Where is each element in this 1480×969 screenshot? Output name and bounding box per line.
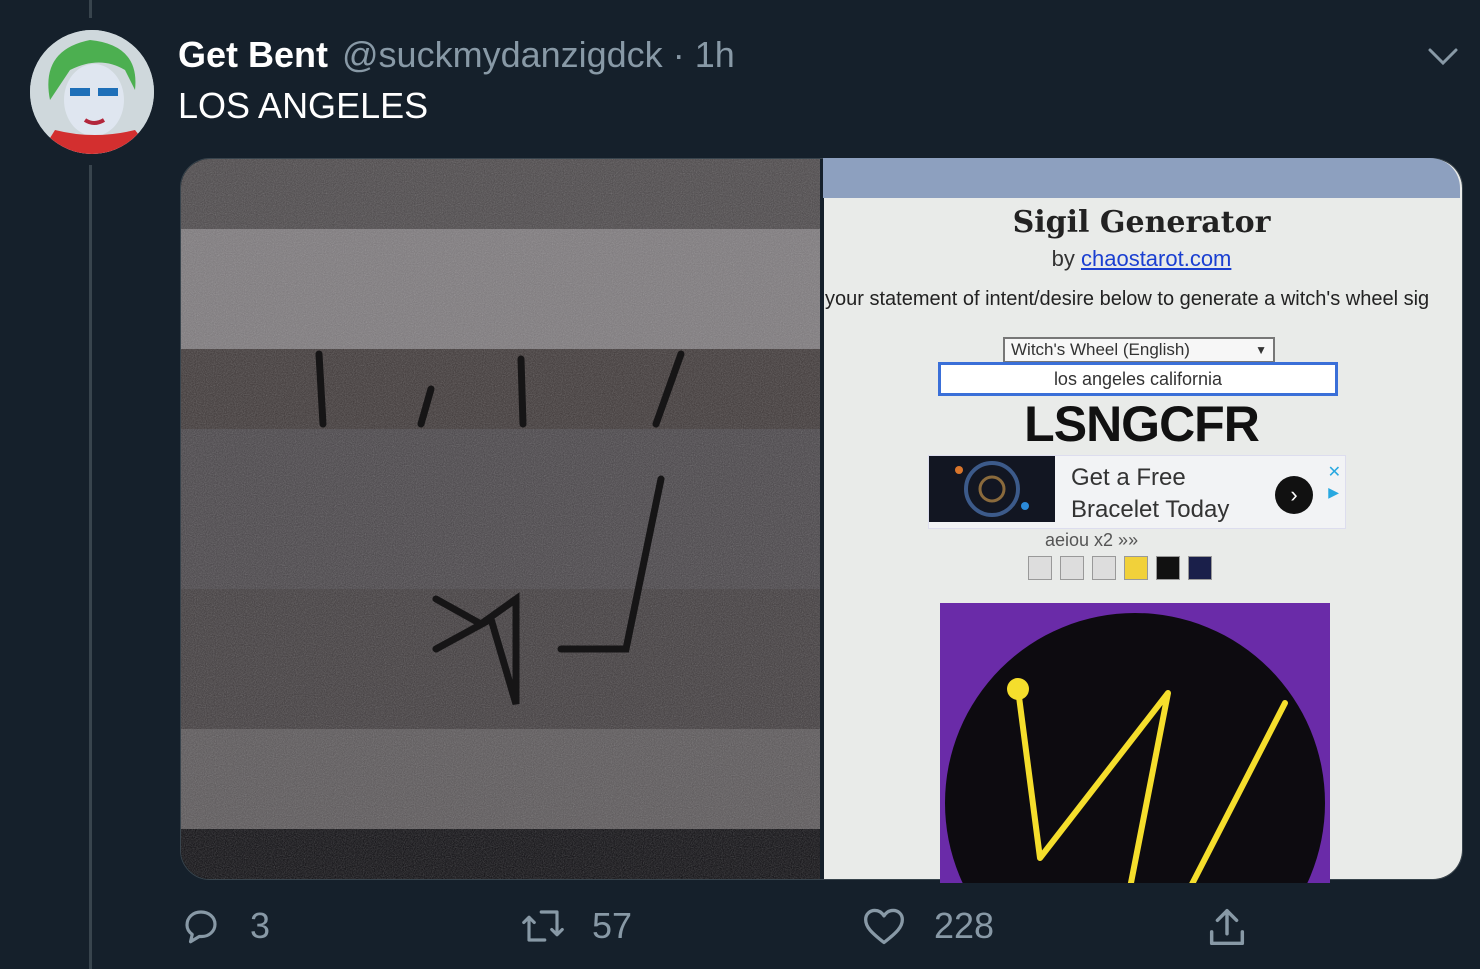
navy-color-option[interactable] — [1188, 556, 1212, 580]
ad-line-2: Bracelet Today — [1071, 496, 1230, 523]
black-color-option[interactable] — [1156, 556, 1180, 580]
author-name[interactable]: Get Bent — [178, 34, 328, 76]
like-action[interactable]: 228 — [862, 905, 994, 947]
sigil-title: Sigil Generator — [1012, 205, 1271, 240]
thread-line-bottom — [89, 165, 92, 969]
sigil-result: LSNGCFR — [1024, 396, 1260, 452]
ad-line-1: Get a Free — [1071, 464, 1186, 491]
sigil-style-options — [1028, 556, 1212, 580]
play-icon[interactable]: ▶ — [1328, 484, 1339, 501]
chevron-right-icon[interactable]: › — [1275, 476, 1313, 514]
sigil-instruction: your statement of intent/desire below to… — [825, 288, 1430, 310]
byline-link[interactable]: chaostarot.com — [1081, 246, 1231, 271]
tweet-text: LOS ANGELES — [178, 85, 429, 126]
author-handle[interactable]: @suckmydanzigdck — [342, 34, 663, 76]
reply-action[interactable]: 3 — [180, 905, 270, 947]
byline-prefix: by — [1051, 246, 1075, 271]
like-count: 228 — [934, 905, 995, 946]
share-icon — [1209, 909, 1245, 946]
lines-option-icon[interactable] — [1060, 556, 1084, 580]
chevron-down-icon[interactable] — [1424, 38, 1462, 76]
reply-icon — [185, 910, 217, 944]
retweet-icon — [522, 910, 564, 942]
select-arrow-icon: ▼ — [1255, 343, 1267, 357]
ad-thumbnail — [929, 456, 1055, 522]
tweet-actions: 3 57 228 — [0, 905, 1480, 955]
reply-count: 3 — [250, 905, 271, 946]
sigil-byline: by chaostarot.com — [823, 246, 1460, 272]
screen-bezel — [823, 158, 1460, 198]
sigil-input[interactable]: los angeles california — [938, 362, 1338, 396]
photo-left[interactable] — [181, 159, 820, 879]
close-icon[interactable]: ✕ — [1328, 462, 1341, 482]
retweet-count: 57 — [592, 905, 633, 946]
retweet-action[interactable]: 57 — [518, 905, 632, 947]
sigil-type-select[interactable]: Witch's Wheel (English) ▼ — [1003, 337, 1275, 363]
ad-banner[interactable]: Get a Free Bracelet Today › ✕ ▶ — [928, 455, 1346, 529]
ad-text: Get a Free Bracelet Today — [1071, 462, 1229, 526]
separator-dot: · — [672, 34, 685, 75]
select-value: Witch's Wheel (English) — [1011, 340, 1190, 359]
share-action[interactable] — [1204, 905, 1250, 951]
sigil-image — [940, 603, 1330, 883]
sigil-options[interactable]: aeiou x2 »» — [1045, 530, 1138, 551]
grid-option-icon[interactable] — [1028, 556, 1052, 580]
yellow-color-option[interactable] — [1124, 556, 1148, 580]
page-option-icon[interactable] — [1092, 556, 1116, 580]
tweet-time[interactable]: 1h — [695, 34, 735, 76]
avatar[interactable] — [30, 30, 154, 154]
heart-icon — [864, 908, 904, 945]
thread-line-top — [89, 0, 92, 18]
tweet-header: Get Bent @suckmydanzigdck · 1h — [178, 30, 735, 80]
